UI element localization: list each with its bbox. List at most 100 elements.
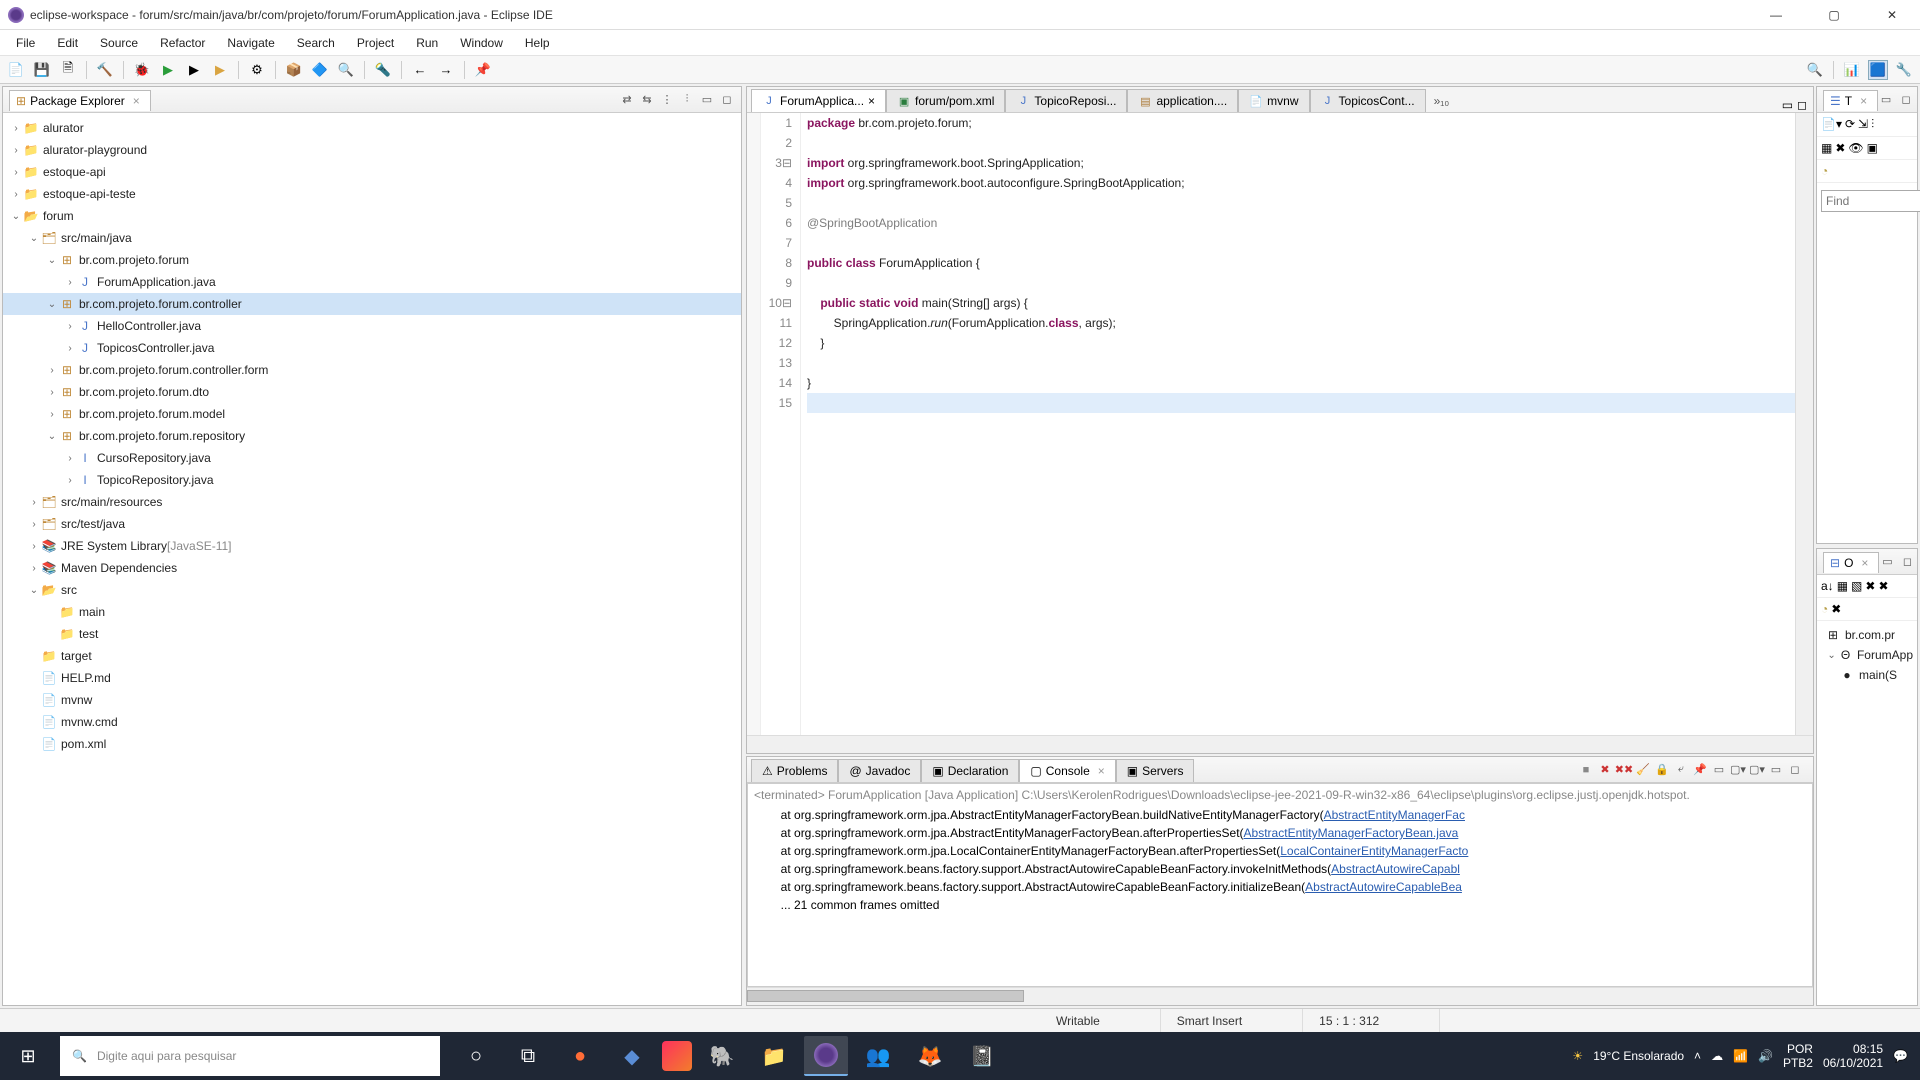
- console-max-button[interactable]: ◻: [1787, 762, 1803, 778]
- bottom-tab-declaration[interactable]: ▣Declaration: [921, 759, 1019, 782]
- filter-button[interactable]: ⫶: [679, 92, 695, 108]
- tree-row[interactable]: ›📁alurator: [3, 117, 741, 139]
- outline-min-button[interactable]: ▭: [1879, 554, 1895, 570]
- outline-hide-fields-button[interactable]: ▦: [1837, 579, 1848, 593]
- outline-sort-button[interactable]: a↓: [1821, 579, 1834, 593]
- link-editor-button[interactable]: ⇆: [639, 92, 655, 108]
- outline-hide-local-button[interactable]: ✖: [1878, 579, 1888, 593]
- outline-row[interactable]: ⊞br.com.pr: [1821, 625, 1913, 645]
- tree-row[interactable]: ›ICursoRepository.java: [3, 447, 741, 469]
- open-type-button[interactable]: 🔍: [336, 60, 356, 80]
- tree-row[interactable]: ›📚Maven Dependencies: [3, 557, 741, 579]
- tray-clock[interactable]: 08:1506/10/2021: [1823, 1042, 1883, 1070]
- tree-row[interactable]: ⌄📂forum: [3, 205, 741, 227]
- maximize-button[interactable]: ▢: [1814, 1, 1854, 29]
- task-show-button[interactable]: ▣: [1867, 141, 1878, 155]
- editor-tab[interactable]: JTopicosCont...: [1310, 89, 1426, 112]
- new-button[interactable]: 📄: [6, 60, 26, 80]
- task-categorize-button[interactable]: ◔: [1821, 164, 1913, 178]
- menu-file[interactable]: File: [6, 33, 45, 53]
- console-pin-button[interactable]: 📌: [1692, 762, 1708, 778]
- console-removeall-button[interactable]: ✖✖: [1616, 762, 1632, 778]
- task-view-icon[interactable]: ⧉: [506, 1036, 550, 1076]
- new-server-button[interactable]: ⚙: [247, 60, 267, 80]
- app-firefox-icon[interactable]: 🦊: [908, 1036, 952, 1076]
- editor-min-button[interactable]: ▭: [1782, 98, 1793, 112]
- outline-tab[interactable]: ⊟ O ×: [1823, 552, 1879, 573]
- close-icon[interactable]: ×: [868, 94, 875, 108]
- debug-button[interactable]: 🐞: [132, 60, 152, 80]
- tree-row[interactable]: 📄mvnw: [3, 689, 741, 711]
- tray-wifi-icon[interactable]: 📶: [1733, 1049, 1748, 1063]
- tree-row[interactable]: ›JForumApplication.java: [3, 271, 741, 293]
- coverage-button[interactable]: ▶: [184, 60, 204, 80]
- bottom-tab-problems[interactable]: ⚠Problems: [751, 759, 838, 782]
- outline-link-button[interactable]: ✖: [1831, 602, 1841, 616]
- tree-row[interactable]: ⌄⊞br.com.projeto.forum: [3, 249, 741, 271]
- tray-language[interactable]: PORPTB2: [1783, 1042, 1813, 1070]
- editor-tab[interactable]: JForumApplica...×: [751, 89, 886, 112]
- menu-search[interactable]: Search: [287, 33, 345, 53]
- console-clear-button[interactable]: 🧹: [1635, 762, 1651, 778]
- console-min-button[interactable]: ▭: [1768, 762, 1784, 778]
- close-icon[interactable]: ×: [1861, 556, 1868, 570]
- task-hide-button[interactable]: 👁: [1848, 141, 1863, 155]
- stack-trace-link[interactable]: AbstractEntityManagerFactoryBean.java: [1244, 826, 1459, 840]
- back-button[interactable]: ←: [410, 60, 430, 80]
- app-eclipse-icon[interactable]: [804, 1036, 848, 1076]
- tree-row[interactable]: ›⊞br.com.projeto.forum.controller.form: [3, 359, 741, 381]
- close-icon[interactable]: ×: [133, 94, 140, 108]
- new-class-button[interactable]: 🔷: [310, 60, 330, 80]
- task-find-input[interactable]: [1821, 190, 1920, 212]
- perspective-debug-button[interactable]: 🔧: [1894, 60, 1914, 80]
- stack-trace-link[interactable]: LocalContainerEntityManagerFacto: [1280, 844, 1468, 858]
- tray-chevron-icon[interactable]: ˄: [1694, 1049, 1701, 1063]
- quick-access-button[interactable]: 🔍: [1805, 60, 1825, 80]
- minimize-view-button[interactable]: ▭: [699, 92, 715, 108]
- outline-row[interactable]: ●main(S: [1821, 665, 1913, 685]
- task-max-button[interactable]: ◻: [1898, 92, 1914, 108]
- collapse-all-button[interactable]: ⇄: [619, 92, 635, 108]
- menu-help[interactable]: Help: [515, 33, 560, 53]
- task-presentation-button[interactable]: ▦: [1821, 141, 1832, 155]
- tray-onedrive-icon[interactable]: ☁: [1711, 1049, 1723, 1063]
- maximize-view-button[interactable]: ◻: [719, 92, 735, 108]
- menu-navigate[interactable]: Navigate: [217, 33, 284, 53]
- save-all-button[interactable]: 🗎: [58, 60, 78, 80]
- menu-source[interactable]: Source: [90, 33, 148, 53]
- close-button[interactable]: ✕: [1872, 1, 1912, 29]
- perspective-jee-button[interactable]: 🟦: [1868, 60, 1888, 80]
- pin-button[interactable]: 📌: [473, 60, 493, 80]
- stack-trace-link[interactable]: AbstractEntityManagerFac: [1324, 808, 1465, 822]
- menu-refactor[interactable]: Refactor: [150, 33, 215, 53]
- tree-row[interactable]: 📄mvnw.cmd: [3, 711, 741, 733]
- tree-row[interactable]: 📄pom.xml: [3, 733, 741, 755]
- app-dbeaver-icon[interactable]: 🐘: [700, 1036, 744, 1076]
- tree-row[interactable]: ›JHelloController.java: [3, 315, 741, 337]
- app-postman-icon[interactable]: ●: [558, 1036, 602, 1076]
- tree-row[interactable]: 📁main: [3, 601, 741, 623]
- stack-trace-link[interactable]: AbstractAutowireCapableBea: [1305, 880, 1462, 894]
- console-scroll-lock-button[interactable]: 🔒: [1654, 762, 1670, 778]
- editor-tab[interactable]: ▤application....: [1127, 89, 1238, 112]
- outline-hide-static-button[interactable]: ▧: [1851, 579, 1862, 593]
- start-button[interactable]: ⊞: [0, 1032, 56, 1080]
- tree-row[interactable]: ›⊞br.com.projeto.forum.dto: [3, 381, 741, 403]
- console-new-button[interactable]: ▢▾: [1749, 762, 1765, 778]
- outline-row[interactable]: ⌄ΘForumApp: [1821, 645, 1913, 665]
- task-focus-button[interactable]: ✖: [1835, 141, 1845, 155]
- tree-row[interactable]: ›📁alurator-playground: [3, 139, 741, 161]
- tree-row[interactable]: ›JTopicosController.java: [3, 337, 741, 359]
- console-display-button[interactable]: ▭: [1711, 762, 1727, 778]
- app-teams-icon[interactable]: 👥: [856, 1036, 900, 1076]
- tree-row[interactable]: ⌄⊞br.com.projeto.forum.repository: [3, 425, 741, 447]
- tree-row[interactable]: 📄HELP.md: [3, 667, 741, 689]
- vertical-scrollbar[interactable]: [1795, 113, 1813, 735]
- tree-row[interactable]: ›📚JRE System Library [JavaSE-11]: [3, 535, 741, 557]
- editor-tab[interactable]: ▣forum/pom.xml: [886, 89, 1005, 112]
- save-button[interactable]: 💾: [32, 60, 52, 80]
- package-tree[interactable]: ›📁alurator›📁alurator-playground›📁estoque…: [3, 113, 741, 759]
- app-notepad-icon[interactable]: 📓: [960, 1036, 1004, 1076]
- task-sync-button[interactable]: ⟳: [1845, 117, 1855, 132]
- editor-tab[interactable]: 📄mvnw: [1238, 89, 1309, 112]
